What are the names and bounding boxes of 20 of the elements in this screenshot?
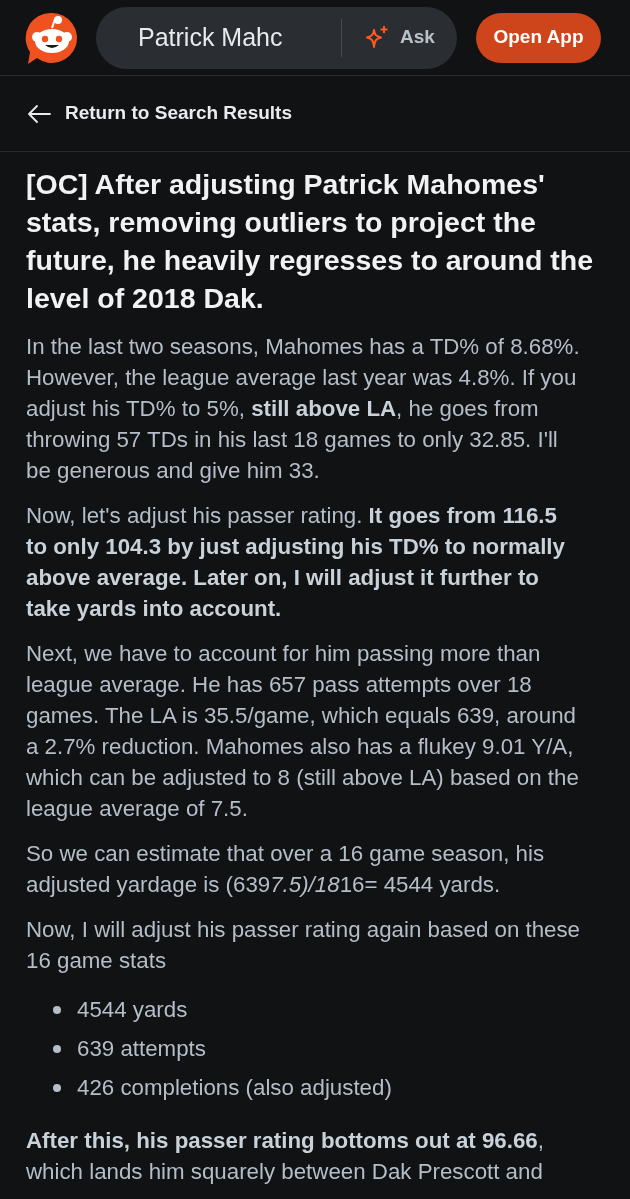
- bullet-icon: [53, 1005, 61, 1014]
- post-paragraph: Now, let's adjust his passer rating. It goes from 116.5 to only 104.3 by just adjusting his TD% to normally above average. Later on, I will adjust it further to take yards into account.: [26, 502, 566, 623]
- search-field[interactable]: Patrick Mahc Ask: [96, 6, 457, 69]
- post-title: [OC] After adjusting Patrick Mahomes' stats, removing outliers to project the future, he heavily regresses to around the level of 2018 Dak.: [26, 167, 594, 316]
- post-paragraph: After this, his passer rating bottoms out at 96.66, which lands him squarely between Dak Prescott and: [26, 1127, 545, 1186]
- arrow-left-icon: [27, 103, 51, 124]
- list-item-text: 4544 yards: [77, 996, 188, 1024]
- bullet-icon: [53, 1044, 61, 1053]
- bullet-icon: [53, 1083, 61, 1092]
- post-paragraph: Now, I will adjust his passer rating again based on these 16 game stats: [26, 916, 582, 975]
- post-paragraph: In the last two seasons, Mahomes has a TD% of 8.68%. However, the league average last year was 4.8%. If you adjust his TD% to 5%, still above LA, he goes from throwing 57 TDs in his last 18 games to only 32.85. I'll be generous and give him 33.: [26, 333, 581, 485]
- back-link[interactable]: Return to Search Results: [27, 99, 292, 128]
- alien-logo-icon[interactable]: [24, 10, 79, 65]
- ask-button[interactable]: Ask: [364, 23, 435, 52]
- list-item-text: 426 completions (also adjusted): [77, 1074, 392, 1102]
- open-app-button[interactable]: Open App: [476, 12, 601, 63]
- list-item-text: 639 attempts: [77, 1035, 206, 1063]
- post-paragraph: Next, we have to account for him passing more than league average. He has 657 pass attempts over 18 games. The LA is 35.5/game, which equals 639, around a 2.7% reduction. Mahomes also has a flukey 9.01 Y/A, which can be adjusted to 8 (still above LA) based on the league average of 7.5.: [26, 640, 580, 823]
- post-paragraph: So we can estimate that over a 16 game season, his adjusted yardage is (6397.5)/1816= 4544 yards.: [26, 840, 546, 899]
- sparkle-icon: [364, 25, 389, 50]
